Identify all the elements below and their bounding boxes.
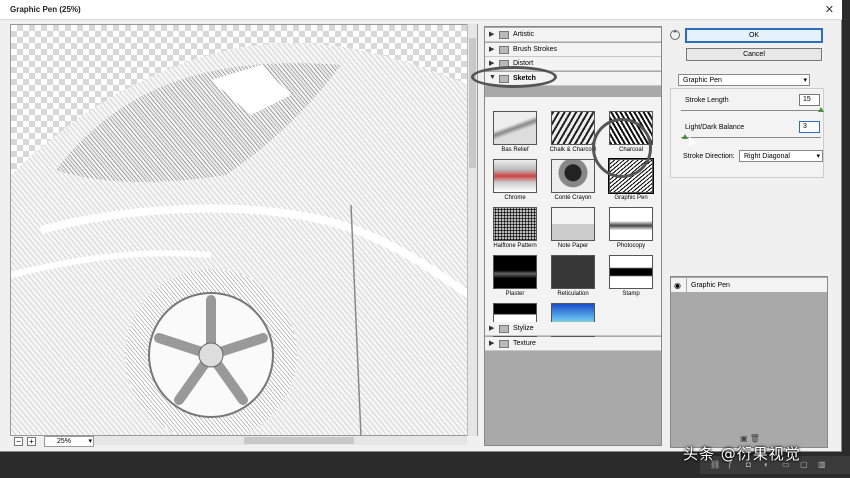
triangle-right-icon[interactable]: ▶	[489, 324, 494, 332]
filter-thumb-caption: Bas Relief	[501, 147, 529, 153]
stroke-length-slider[interactable]	[681, 107, 824, 112]
trash-icon[interactable]: ▥	[818, 460, 826, 469]
category-label: Texture	[513, 339, 536, 347]
filter-select[interactable]: Graphic Pen ▾	[678, 74, 810, 86]
filter-thumb-image	[551, 255, 595, 289]
chevron-down-icon: ▾	[88, 438, 92, 445]
filter-thumb-bas-relief[interactable]: Bas Relief	[486, 111, 544, 157]
folder-icon	[499, 325, 509, 333]
scroll-thumb[interactable]	[469, 38, 476, 168]
preview-horizontal-scrollbar[interactable]	[94, 436, 467, 445]
filter-thumb-cont-crayon[interactable]: Conté Crayon	[544, 159, 602, 205]
filter-thumb-image	[551, 159, 595, 193]
effect-layer-row[interactable]: ◉ Graphic Pen	[671, 278, 827, 293]
delete-effect-layer-icon[interactable]: 🗑	[750, 434, 760, 443]
category-label: Brush Strokes	[513, 45, 557, 53]
stroke-direction-value: Right Diagonal	[744, 153, 790, 160]
filter-thumb-halftone-pattern[interactable]: Halftone Pattern	[486, 207, 544, 253]
preview-vertical-scrollbar[interactable]	[467, 24, 477, 436]
category-stylize[interactable]: ▶ Stylize	[485, 322, 661, 336]
category-artistic[interactable]: ▶ Artistic	[485, 28, 661, 42]
filter-thumb-caption: Conté Crayon	[554, 195, 592, 201]
new-layer-icon[interactable]: ▢	[800, 460, 808, 469]
stroke-length-input[interactable]: 15	[799, 94, 820, 106]
layer-buttons: ▣ 🗑	[740, 434, 760, 443]
filter-thumb-caption: Note Paper	[557, 243, 589, 249]
category-label: Artistic	[513, 31, 534, 38]
category-brush-strokes[interactable]: ▶ Brush Strokes	[485, 42, 661, 57]
close-icon[interactable]: ✕	[825, 3, 834, 16]
category-texture[interactable]: ▶ Texture	[485, 336, 661, 351]
highlight-ring	[592, 118, 652, 178]
zoom-in-button[interactable]: +	[27, 437, 36, 446]
filter-thumb-caption: Graphic Pen	[614, 195, 648, 201]
filter-thumb-image	[609, 207, 653, 241]
zoom-select[interactable]: 25% ▾	[44, 436, 94, 447]
category-label: Stylize	[513, 325, 534, 332]
scroll-thumb[interactable]	[244, 437, 354, 444]
folder-icon	[499, 45, 509, 54]
filter-thumb-image	[493, 255, 537, 289]
folder-icon	[499, 339, 509, 348]
filter-thumb-image	[609, 255, 653, 289]
light-dark-balance-input[interactable]: 3	[799, 121, 820, 133]
filter-thumb-image	[493, 207, 537, 241]
zoom-out-button[interactable]: −	[14, 437, 23, 446]
triangle-right-icon[interactable]: ▶	[489, 339, 494, 347]
light-dark-balance-label: Light/Dark Balance	[685, 124, 745, 131]
filter-thumb-reticulation[interactable]: Reticulation	[544, 255, 602, 301]
filter-thumb-image	[551, 111, 595, 145]
window-title: Graphic Pen (25%)	[10, 5, 81, 14]
car-sketch-image	[11, 43, 469, 435]
preview-canvas[interactable]	[10, 24, 478, 436]
ok-button[interactable]: OK	[685, 28, 823, 43]
filter-thumb-caption: Plaster	[505, 291, 525, 297]
effect-layers-panel: ◉ Graphic Pen	[670, 276, 828, 448]
effect-layer-label: Graphic Pen	[691, 282, 730, 289]
filter-thumb-caption: Stamp	[622, 291, 640, 297]
filter-thumb-plaster[interactable]: Plaster	[486, 255, 544, 301]
triangle-right-icon[interactable]: ▶	[489, 30, 494, 38]
watermark: 头条 @衍果视觉	[683, 445, 801, 463]
stroke-direction-label: Stroke Direction:	[683, 153, 735, 160]
filter-thumb-chrome[interactable]: Chrome	[486, 159, 544, 205]
title-bar: Graphic Pen (25%) ✕	[0, 0, 842, 20]
triangle-right-icon[interactable]: ▶	[489, 59, 494, 67]
stroke-direction-select[interactable]: Right Diagonal ▾	[739, 150, 823, 162]
chevron-down-icon: ▾	[816, 153, 820, 160]
app-root: Graphic Pen (25%) ✕ − + 25% ▾ ▶ Artistic…	[0, 0, 850, 478]
filter-gallery-dialog: Graphic Pen (25%) ✕ − + 25% ▾ ▶ Artistic…	[0, 0, 842, 452]
light-dark-balance-slider[interactable]	[681, 134, 821, 139]
zoom-value: 25%	[57, 438, 72, 445]
stroke-length-label: Stroke Length	[685, 97, 729, 104]
filter-thumb-image	[493, 111, 537, 145]
filter-thumb-caption: Photocopy	[616, 243, 646, 249]
zoom-controls: − + 25% ▾	[10, 436, 94, 447]
filter-thumb-caption: Chrome	[504, 195, 526, 201]
filter-thumb-photocopy[interactable]: Photocopy	[602, 207, 660, 253]
eye-icon[interactable]: ◉	[674, 281, 681, 290]
filter-thumb-caption: Halftone Pattern	[493, 243, 537, 249]
filter-thumb-image	[551, 207, 595, 241]
filter-select-value: Graphic Pen	[683, 77, 722, 84]
chevron-down-icon: ▾	[803, 77, 807, 84]
cancel-button[interactable]: Cancel	[686, 48, 822, 61]
folder-icon	[499, 31, 509, 39]
new-effect-layer-icon[interactable]: ▣	[740, 434, 748, 443]
slider-knob[interactable]	[818, 107, 824, 112]
filter-thumb-image	[493, 159, 537, 193]
filter-thumb-note-paper[interactable]: Note Paper	[544, 207, 602, 253]
triangle-right-icon[interactable]: ▶	[489, 45, 494, 53]
filter-thumb-caption: Reticulation	[557, 291, 589, 297]
filter-parameters: Stroke Length 15 Light/Dark Balance 3 St…	[670, 88, 824, 178]
highlight-ring	[471, 66, 557, 88]
filter-thumb-stamp[interactable]: Stamp	[602, 255, 660, 301]
settings-panel: ⌃ OK Cancel Graphic Pen ▾ Stroke Length 1…	[666, 26, 834, 448]
filter-gallery-panel: ▶ Artistic ▶ Brush Strokes ▶ Distort ▼ Sketch B…	[484, 26, 662, 446]
collapse-icon[interactable]: ⌃	[670, 30, 680, 40]
